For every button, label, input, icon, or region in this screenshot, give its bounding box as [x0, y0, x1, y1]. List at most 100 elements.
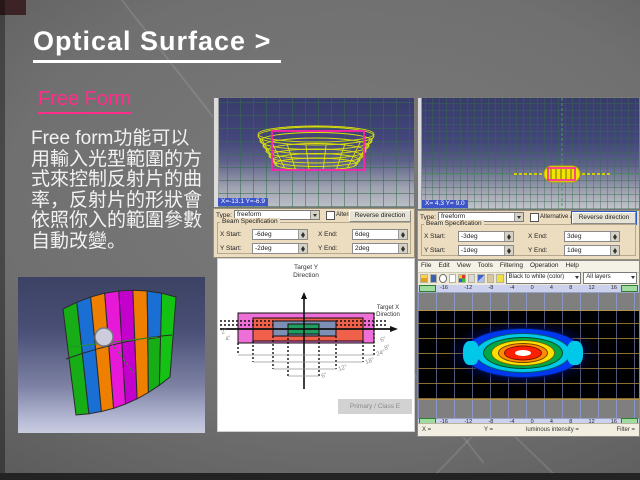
filter-tree-icon[interactable]: [496, 274, 504, 283]
tick: -8: [488, 285, 493, 292]
manipulator-handle[interactable]: [95, 328, 113, 346]
x-end-label: X End:: [318, 230, 338, 239]
x-end-label: X End:: [528, 232, 548, 241]
x-end-field[interactable]: 6deg: [352, 229, 408, 240]
x-end-value: 6deg: [355, 231, 369, 238]
chart-icon[interactable]: [477, 274, 485, 283]
layers-value: All layers: [586, 274, 610, 280]
y-end-label: Y End:: [528, 246, 547, 255]
x-start-value: -3deg: [461, 233, 478, 240]
tick: 16: [611, 285, 617, 292]
color-scale-value: Black to white (color): [509, 274, 565, 280]
y-start-label: Y Start:: [220, 244, 242, 253]
reverse-direction-button[interactable]: Reverse direction: [572, 212, 636, 224]
x-start-label: X Start:: [220, 230, 242, 239]
freeform-dialog-mid: Type: freeform Alternative algorithm (Be…: [213, 208, 415, 258]
copy-icon[interactable]: [468, 274, 476, 283]
range-tab[interactable]: [621, 285, 638, 292]
y-end-field[interactable]: 1deg: [564, 245, 620, 256]
intensity-canvas[interactable]: [418, 293, 639, 418]
freeform-label: Free Form: [38, 88, 131, 114]
contour-peak: [515, 350, 531, 356]
alternative-algorithm-checkbox[interactable]: [530, 213, 539, 222]
target-range-diagram: Target Y Direction Target X Direction: [217, 258, 415, 432]
intensity-viewer-window: File Edit View Tools Filtering Operation…: [417, 260, 640, 437]
spinner-icon[interactable]: [398, 230, 407, 239]
body-line: 率，反射片的形狀會: [31, 191, 219, 212]
beam-specification-title: Beam Specification: [220, 218, 280, 226]
cursor-coords: X=-13.1 Y=-6.9: [218, 198, 268, 206]
viewport-scrollbar[interactable]: [418, 98, 422, 209]
wireframe-reflector: [214, 98, 415, 208]
y-start-value: -2deg: [255, 245, 272, 252]
y-end-field[interactable]: 2deg: [352, 243, 408, 254]
dim-4deg: 4°: [225, 335, 233, 343]
body-line: 依照你入的範圍參數: [31, 211, 219, 232]
one-to-one-icon[interactable]: [449, 274, 457, 283]
type-value: freeform: [237, 211, 261, 218]
open-icon[interactable]: [420, 274, 428, 283]
cad-surface-image: [18, 277, 205, 433]
type-value: freeform: [441, 213, 465, 220]
primary-class-e-button[interactable]: Primary / Class E: [338, 399, 412, 414]
tick: -4: [510, 285, 515, 292]
spinner-icon[interactable]: [610, 246, 619, 255]
save-icon[interactable]: [430, 274, 438, 283]
x-start-label: X Start:: [424, 232, 446, 241]
palette-icon[interactable]: [458, 274, 466, 283]
spinner-icon[interactable]: [504, 232, 513, 241]
dim-18deg: 18°: [365, 357, 376, 366]
x-end-field[interactable]: 3deg: [564, 231, 620, 242]
y-start-field[interactable]: -2deg: [252, 243, 308, 254]
ruler-top: -16-12-8-40481216: [418, 285, 639, 293]
spinner-icon[interactable]: [298, 244, 307, 253]
x-start-value: -6deg: [255, 231, 272, 238]
y-start-value: -1deg: [461, 247, 478, 254]
toolbar: Black to white (color) All layers: [418, 271, 639, 286]
body-line: Free form功能可以: [31, 129, 219, 150]
viewer-statusbar: X = Y = luminous intensity = Filter =: [418, 423, 639, 436]
body-line: 式來控制反射片的曲: [31, 170, 219, 191]
viewport-scrollbar[interactable]: [214, 98, 219, 207]
viewport-3d-mid[interactable]: X=-13.1 Y=-6.9: [213, 97, 415, 208]
x-end-value: 3deg: [567, 233, 581, 240]
zoom-icon[interactable]: [439, 274, 447, 283]
y-start-field[interactable]: -1deg: [458, 245, 514, 256]
spinner-icon[interactable]: [504, 246, 513, 255]
status-y: Y =: [484, 427, 493, 433]
target-x-label-1: Target X: [377, 305, 399, 311]
page-title: Optical Surface >: [33, 26, 281, 63]
chevron-down-icon[interactable]: [514, 213, 523, 221]
y-end-value: 2deg: [355, 245, 369, 252]
status-intensity: luminous intensity =: [526, 427, 579, 433]
dim-12deg: 12°: [338, 364, 349, 373]
small-reflector: [418, 98, 640, 210]
spinner-icon[interactable]: [398, 244, 407, 253]
x-start-field[interactable]: -6deg: [252, 229, 308, 240]
x-start-field[interactable]: -3deg: [458, 231, 514, 242]
slide-bottom-edge: [0, 473, 640, 480]
spinner-icon[interactable]: [298, 230, 307, 239]
body-line: 自動改變。: [31, 232, 219, 253]
reverse-direction-button[interactable]: Reverse direction: [349, 210, 411, 222]
y-end-value: 1deg: [567, 247, 581, 254]
target-x-label-2: Direction: [376, 312, 400, 318]
beam-specification-title: Beam Specification: [424, 220, 484, 228]
slide-left-edge: [0, 0, 5, 480]
freeform-surface-graphic: [18, 277, 205, 433]
chevron-down-icon[interactable]: [310, 211, 319, 219]
ruler-icon[interactable]: [487, 274, 495, 283]
layers-select[interactable]: All layers: [583, 272, 637, 284]
tick: -12: [464, 285, 472, 292]
range-tab[interactable]: [419, 285, 436, 292]
y-end-label: Y End:: [318, 244, 337, 253]
freeform-dialog-right: Type: freeform Alternative algorithm (Be…: [417, 210, 640, 260]
color-scale-select[interactable]: Black to white (color): [506, 272, 582, 284]
alternative-algorithm-checkbox[interactable]: [326, 211, 335, 220]
y-start-label: Y Start:: [424, 246, 446, 255]
tick: 8: [569, 285, 572, 292]
spinner-icon[interactable]: [610, 232, 619, 241]
viewport-3d-right[interactable]: X= 4.3 Y= 9.0: [417, 97, 640, 210]
slide: Optical Surface > Free Form Free form功能可…: [0, 0, 640, 480]
body-text: Free form功能可以 用輸入光型範圍的方 式來控制反射片的曲 率，反射片的…: [31, 129, 219, 252]
